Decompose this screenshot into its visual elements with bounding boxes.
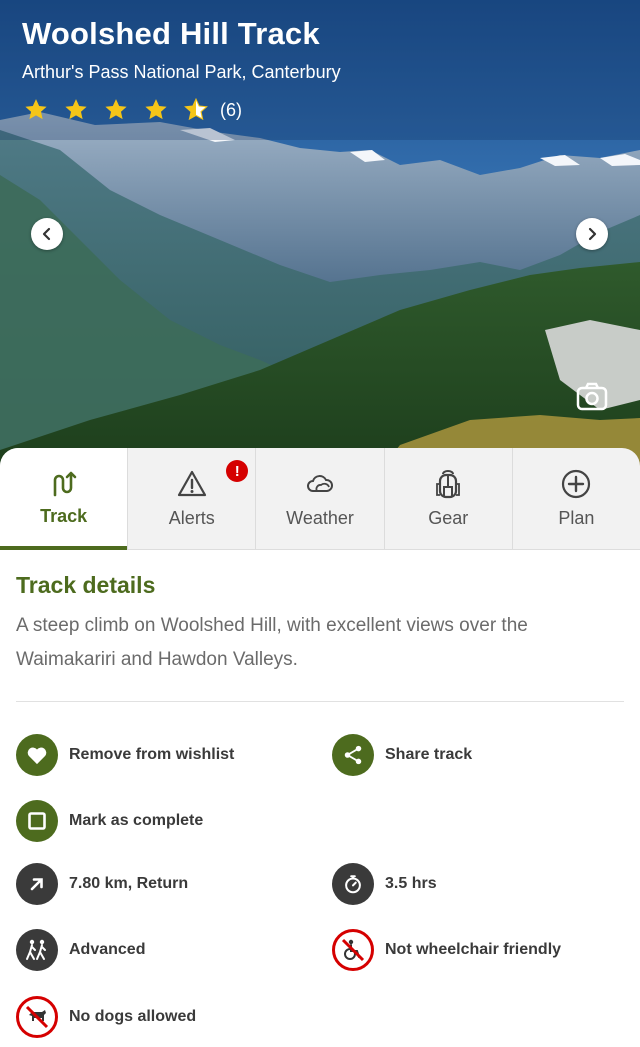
checkbox-icon	[16, 800, 58, 842]
share-icon	[332, 734, 374, 776]
wheelchair-label: Not wheelchair friendly	[385, 941, 562, 958]
no-wheelchair-icon	[332, 929, 374, 971]
section-heading: Track details	[16, 572, 156, 598]
tab-label: Alerts	[168, 508, 215, 528]
track-title: Woolshed Hill Track	[22, 16, 320, 51]
share-track-button[interactable]: Share track	[332, 734, 472, 776]
stopwatch-icon	[332, 863, 374, 905]
distance-info: 7.80 km, Return	[16, 863, 188, 905]
no-dogs-icon	[16, 996, 58, 1038]
dogs-label: No dogs allowed	[69, 1008, 197, 1025]
tab-label: Plan	[558, 508, 595, 528]
heart-icon	[16, 734, 58, 776]
star-icon	[105, 99, 127, 120]
rating-count: (6)	[220, 99, 242, 120]
tab-weather[interactable]: Weather	[256, 448, 385, 549]
previous-image-button[interactable]	[31, 218, 63, 250]
mark-as-complete-button[interactable]: Mark as complete	[16, 800, 203, 842]
tab-track[interactable]: Track	[0, 448, 129, 550]
complete-label: Mark as complete	[69, 812, 204, 829]
arrow-up-right-icon	[16, 863, 58, 905]
track-location: Arthur's Pass National Park, Canterbury	[22, 62, 341, 82]
track-description: A steep climb on Woolshed Hill, with exc…	[16, 615, 528, 670]
difficulty-label: Advanced	[69, 941, 146, 958]
plus-circle-icon	[562, 469, 591, 499]
distance-label: 7.80 km, Return	[69, 875, 189, 892]
divider	[16, 701, 624, 702]
camera-icon[interactable]	[575, 380, 609, 414]
star-icon	[65, 99, 87, 120]
tab-alerts[interactable]: Alerts !	[128, 448, 257, 549]
backpack-icon	[436, 470, 461, 499]
duration-label: 3.5 hrs	[385, 875, 437, 892]
tab-label: Track	[40, 506, 88, 526]
star-icon	[25, 99, 47, 120]
wheelchair-info: Not wheelchair friendly	[332, 929, 561, 971]
remove-from-wishlist-button[interactable]: Remove from wishlist	[16, 734, 234, 776]
hikers-icon	[16, 929, 58, 971]
star-icon	[145, 99, 167, 120]
tab-gear[interactable]: Gear	[385, 448, 513, 549]
warning-triangle-icon	[177, 470, 206, 497]
star-rating[interactable]: (6)	[22, 97, 341, 123]
track-route-icon	[53, 471, 76, 497]
alert-badge: !	[226, 460, 249, 482]
chevron-right-icon	[588, 227, 597, 241]
share-label: Share track	[385, 746, 473, 763]
difficulty-info: Advanced	[16, 929, 145, 971]
tab-label: Weather	[286, 508, 354, 528]
half-star-icon	[184, 97, 208, 121]
chevron-left-icon	[42, 227, 51, 241]
cloud-icon	[307, 475, 333, 492]
track-tabs: Track Alerts ! Weather Gear Plan	[0, 448, 640, 550]
track-details-section: Track details A steep climb on Woolshed …	[16, 572, 624, 677]
tab-label: Gear	[428, 508, 469, 528]
tab-plan[interactable]: Plan	[513, 448, 640, 549]
wishlist-label: Remove from wishlist	[69, 746, 235, 763]
duration-info: 3.5 hrs	[332, 863, 437, 905]
dogs-info: No dogs allowed	[16, 996, 196, 1038]
hero-image-carousel[interactable]: Woolshed Hill Track Arthur's Pass Nation…	[0, 0, 640, 470]
next-image-button[interactable]	[576, 218, 608, 250]
